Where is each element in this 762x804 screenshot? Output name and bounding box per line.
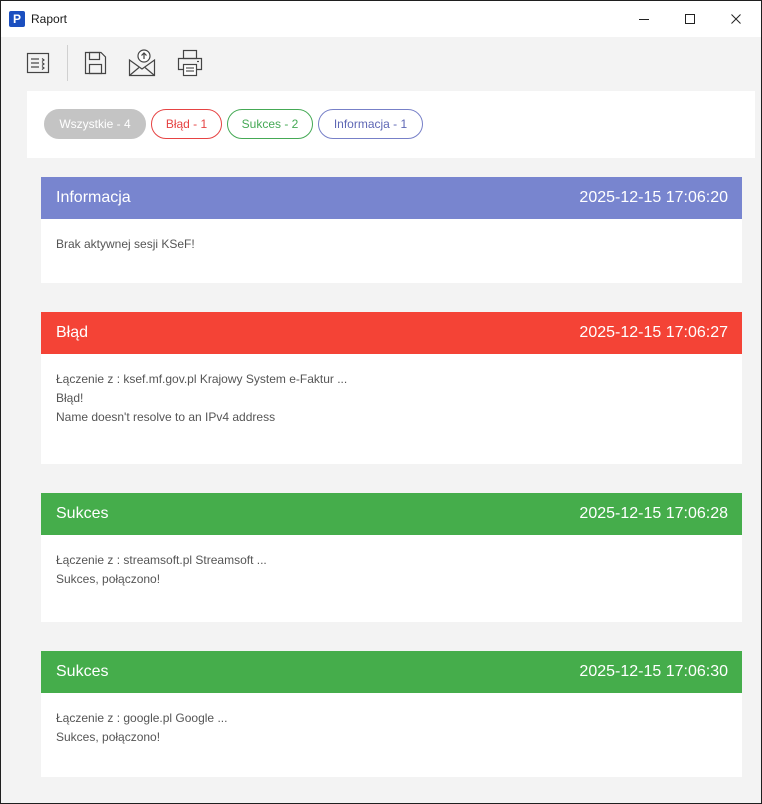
save-button[interactable] <box>77 45 113 81</box>
close-icon <box>731 14 741 24</box>
report-entry-error: Błąd 2025-12-15 17:06:27 Łączenie z : ks… <box>41 312 742 464</box>
entry-type: Informacja <box>56 189 131 206</box>
filter-bar: Wszystkie - 4 Błąd - 1 Sukces - 2 Inform… <box>27 91 755 158</box>
entry-body: Łączenie z : ksef.mf.gov.pl Krajowy Syst… <box>41 354 742 427</box>
title-bar: P Raport <box>1 1 761 37</box>
print-button[interactable] <box>172 45 208 81</box>
entry-line: Łączenie z : ksef.mf.gov.pl Krajowy Syst… <box>56 372 348 386</box>
entry-type: Sukces <box>56 663 109 680</box>
entry-type: Sukces <box>56 505 109 522</box>
close-button[interactable] <box>713 1 759 37</box>
maximize-icon <box>685 14 695 24</box>
entry-timestamp: 2025-12-15 17:06:30 <box>579 663 728 680</box>
report-window: P Raport Wszystkie - 4 Błąd - 1 Sukces -… <box>0 0 762 804</box>
filter-all-pill[interactable]: Wszystkie - 4 <box>44 109 146 139</box>
toolbar <box>1 37 761 91</box>
entry-type: Błąd <box>56 324 89 341</box>
minimize-button[interactable] <box>621 1 667 37</box>
minimize-icon <box>639 19 649 20</box>
entry-line: Sukces, połączono! <box>56 572 161 586</box>
toolbar-separator <box>67 45 68 81</box>
entry-header: Sukces 2025-12-15 17:06:30 <box>41 651 742 693</box>
entry-line: Błąd! <box>56 391 84 405</box>
entry-body: Łączenie z : google.pl Google ... Sukces… <box>41 693 742 747</box>
filter-success-pill[interactable]: Sukces - 2 <box>227 109 313 139</box>
entry-timestamp: 2025-12-15 17:06:27 <box>579 324 728 341</box>
entry-line: Łączenie z : google.pl Google ... <box>56 711 228 725</box>
window-title: Raport <box>31 12 68 26</box>
email-send-icon <box>128 49 156 77</box>
entry-body: Łączenie z : streamsoft.pl Streamsoft ..… <box>41 535 742 589</box>
app-logo-icon: P <box>9 11 25 27</box>
entry-timestamp: 2025-12-15 17:06:28 <box>579 505 728 522</box>
entry-header: Informacja 2025-12-15 17:06:20 <box>41 177 742 219</box>
entry-body: Brak aktywnej sesji KSeF! <box>41 219 742 254</box>
entry-timestamp: 2025-12-15 17:06:20 <box>579 189 728 206</box>
entry-line: Sukces, połączono! <box>56 730 161 744</box>
entry-line: Łączenie z : streamsoft.pl Streamsoft ..… <box>56 553 267 567</box>
filter-info-pill[interactable]: Informacja - 1 <box>318 109 423 139</box>
report-entry-info: Informacja 2025-12-15 17:06:20 Brak akty… <box>41 177 742 283</box>
entry-header: Sukces 2025-12-15 17:06:28 <box>41 493 742 535</box>
entry-header: Błąd 2025-12-15 17:06:27 <box>41 312 742 354</box>
report-list-button[interactable] <box>20 45 56 81</box>
send-email-button[interactable] <box>124 45 160 81</box>
filter-error-pill[interactable]: Błąd - 1 <box>151 109 222 139</box>
maximize-button[interactable] <box>667 1 713 37</box>
report-entry-success: Sukces 2025-12-15 17:06:28 Łączenie z : … <box>41 493 742 622</box>
report-entry-success: Sukces 2025-12-15 17:06:30 Łączenie z : … <box>41 651 742 777</box>
entry-line: Brak aktywnej sesji KSeF! <box>56 237 195 251</box>
print-icon <box>177 49 203 77</box>
save-icon <box>84 51 107 75</box>
entry-line: Name doesn't resolve to an IPv4 address <box>56 410 276 424</box>
list-icon <box>26 52 50 74</box>
